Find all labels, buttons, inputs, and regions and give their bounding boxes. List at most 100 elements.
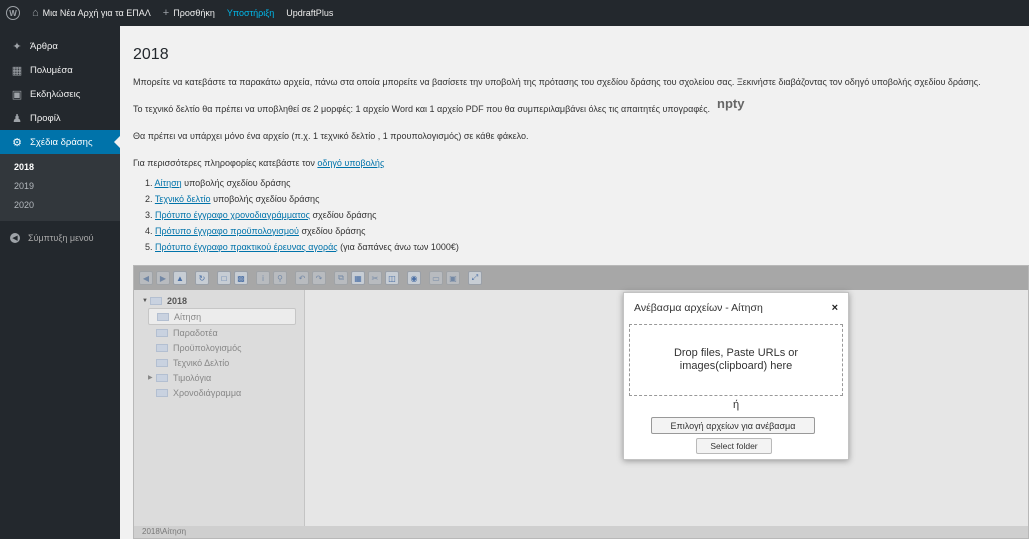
fullscreen-icon[interactable]: ⤢ [468,271,482,285]
tree-folder-technical-sheet[interactable]: Τεχνικό Δελτίο [148,355,304,370]
site-name-label: Μια Νέα Αρχή για τα ΕΠΑΛ [42,8,151,18]
more-info-text: Για περισσότερες πληροφορίες κατεβάστε τ… [133,158,318,168]
folder-icon [156,343,168,352]
support-link[interactable]: Υποστήριξη [221,0,280,26]
new-content-label: Προσθήκη [173,8,215,18]
updraftplus-label: UpdraftPlus [286,8,334,18]
redo-icon[interactable]: ↷ [312,271,326,285]
plus-icon: + [162,7,170,19]
sidebar-item-posts[interactable]: ✦ Άρθρα [0,34,120,58]
market-research-template-link[interactable]: Πρότυπο έγγραφο πρακτικού έρευνας αγοράς [155,242,338,252]
main-content: 2018 Μπορείτε να κατεβάστε τα παρακάτω α… [133,26,1023,255]
budget-template-link[interactable]: Πρότυπο έγγραφο προϋπολογισμού [155,226,299,236]
sidebar-item-media[interactable]: ▦ Πολυμέσα [0,58,120,82]
tree-folder-budget[interactable]: Προϋπολογισμός [148,340,304,355]
more-info-paragraph: Για περισσότερες πληροφορίες κατεβάστε τ… [133,157,1023,169]
list-text: υποβολής σχεδίου δράσης [210,194,320,204]
tree-folder-invoices[interactable]: ▶ Τιμολόγια [148,370,304,385]
upload-dialog: Ανέβασμα αρχείων - Αίτηση × Drop files, … [623,292,849,460]
drop-zone-text: Drop files, Paste URLs or images(clipboa… [673,347,799,372]
drop-zone[interactable]: Drop files, Paste URLs or images(clipboa… [629,324,843,396]
preview-icon[interactable]: ◉ [407,271,421,285]
folder-icon [156,388,168,397]
tree-root-2018[interactable]: ▼ 2018 [134,294,304,308]
info-icon[interactable]: i [256,271,270,285]
updraftplus-link[interactable]: UpdraftPlus [280,0,339,26]
copy-icon[interactable]: ⧉ [334,271,348,285]
select-folder-button[interactable]: Select folder [696,438,772,454]
guide-link[interactable]: οδηγό υποβολής [317,158,384,168]
sidebar-item-profile[interactable]: ♟ Προφίλ [0,106,120,130]
list-number: 2. [145,194,155,204]
admin-sidebar: ✦ Άρθρα ▦ Πολυμέσα ▣ Εκδηλώσεις ♟ Προφίλ… [0,26,120,539]
list-item: 1. Αίτηση υποβολής σχεδίου δράσης [145,175,1023,191]
undo-icon[interactable]: ↶ [295,271,309,285]
schedule-template-link[interactable]: Πρότυπο έγγραφο χρονοδιαγράμματος [155,210,310,220]
list-text: υποβολής σχεδίου δράσης [181,178,291,188]
pin-icon: ✦ [12,40,22,53]
grid-icon[interactable]: ▦ [351,271,365,285]
search-icon[interactable]: ⚲ [273,271,287,285]
media-icon: ▦ [11,64,23,77]
tree-root-label: 2018 [166,296,187,306]
format-paragraph: Το τεχνικό δελτίο θα πρέπει να υποβληθεί… [133,104,711,114]
list-text: σχεδίου δράσης [298,226,366,236]
collapse-menu-button[interactable]: ◀ Σύμπτυξη μενού [0,227,120,249]
duplicate-icon[interactable]: ◫ [385,271,399,285]
list-number: 5. [145,242,156,252]
tree-folder-deliverables[interactable]: Παραδοτέα [148,325,304,340]
list-number: 3. [145,210,156,220]
list-number: 4. [145,226,156,236]
submenu-item-2019[interactable]: 2019 [0,177,120,196]
tree-folder-label: Χρονοδιάγραμμα [173,387,242,398]
wordpress-logo-icon: W [6,6,20,20]
collapse-menu-label: Σύμπτυξη μενού [28,233,94,243]
list-text: (για δαπάνες άνω των 1000€) [337,242,459,252]
back-icon[interactable]: ◀ [139,271,153,285]
list-item: 5. Πρότυπο έγγραφο πρακτικού έρευνας αγο… [145,239,1023,255]
file-manager: ◀ ▶ ▲ ↻ □ ▩ i ⚲ ↶ ↷ ⧉ ▦ ✂ ◫ ◉ ▭ ▣ ⤢ ▼ 20… [133,265,1029,539]
sidebar-item-events[interactable]: ▣ Εκδηλώσεις [0,82,120,106]
empty-folder-text: npty [717,96,745,111]
sidebar-item-label: Άρθρα [30,40,58,52]
calendar-icon: ▣ [11,88,23,101]
technical-sheet-link[interactable]: Τεχνικό δελτίο [155,194,211,204]
close-icon[interactable]: × [832,302,838,314]
archive-icon[interactable]: ▣ [446,271,460,285]
tree-folder-label: Προϋπολογισμός [173,342,242,353]
sidebar-item-label: Πολυμέσα [30,64,73,76]
expand-caret-icon[interactable]: ▶ [148,374,154,381]
tree-folder-label: Αίτηση [174,311,202,322]
folder-icon [156,328,168,337]
expand-caret-icon: ▼ [142,298,148,304]
application-link[interactable]: Αίτηση [155,178,182,188]
home-icon: ⌂ [32,7,39,19]
file-manager-toolbar: ◀ ▶ ▲ ↻ □ ▩ i ⚲ ↶ ↷ ⧉ ▦ ✂ ◫ ◉ ▭ ▣ ⤢ [134,266,1028,290]
folder-icon [157,312,169,321]
user-icon: ♟ [12,112,22,125]
sidebar-item-label: Σχέδια δράσης [30,136,93,148]
submenu-item-2020[interactable]: 2020 [0,196,120,215]
tree-folder-label: Τεχνικό Δελτίο [173,357,230,368]
sidebar-item-action-plans[interactable]: ⚙ Σχέδια δράσης [0,130,120,154]
tree-folder-application[interactable]: Αίτηση [148,308,296,325]
or-separator: ή [732,399,740,411]
cut-icon[interactable]: ✂ [368,271,382,285]
submenu-item-2018[interactable]: 2018 [0,158,120,177]
folder-icon[interactable]: ▭ [429,271,443,285]
wordpress-menu[interactable]: W [0,0,26,26]
action-plans-submenu: 2018 2019 2020 [0,154,120,221]
tree-folder-schedule[interactable]: Χρονοδιάγραμμα [148,385,304,400]
admin-bar: W ⌂ Μια Νέα Αρχή για τα ΕΠΑΛ + Προσθήκη … [0,0,1029,26]
save-icon[interactable]: ▩ [234,271,248,285]
open-icon[interactable]: □ [217,271,231,285]
choose-files-button[interactable]: Επιλογή αρχείων για ανέβασμα [651,417,815,434]
forward-icon[interactable]: ▶ [156,271,170,285]
documents-list: 1. Αίτηση υποβολής σχεδίου δράσης 2. Τεχ… [133,175,1023,255]
site-name-link[interactable]: ⌂ Μια Νέα Αρχή για τα ΕΠΑΛ [26,0,157,26]
tree-folder-label: Τιμολόγια [173,372,212,383]
up-icon[interactable]: ▲ [173,271,187,285]
reload-icon[interactable]: ↻ [195,271,209,285]
folder-tree: ▼ 2018 Αίτηση Παραδοτέα Προϋπολογισμός Τ… [134,290,305,528]
new-content-link[interactable]: + Προσθήκη [157,0,221,26]
